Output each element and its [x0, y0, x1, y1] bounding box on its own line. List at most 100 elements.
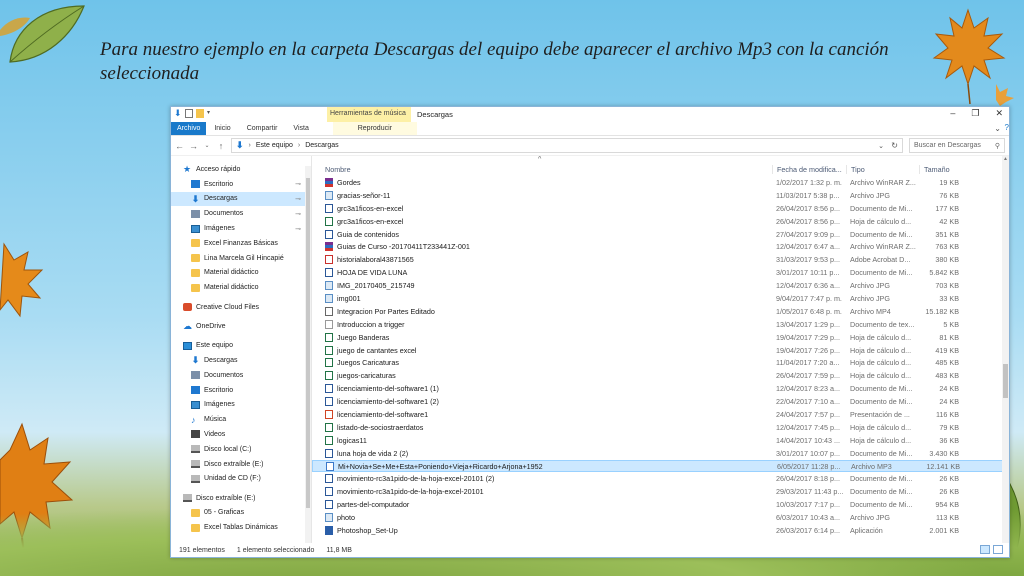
- jpg-file-icon: [325, 513, 333, 523]
- nav-item[interactable]: Imágenes ⊸: [171, 221, 311, 236]
- nav-item[interactable]: Escritorio ⊸: [171, 177, 311, 192]
- new-folder-icon[interactable]: [196, 109, 204, 118]
- nav-item[interactable]: Excel Finanzas Básicas: [171, 236, 311, 251]
- file-row[interactable]: Juegos Caricaturas 11/04/2017 7:20 a... Ho…: [312, 356, 1009, 369]
- back-icon[interactable]: ←: [175, 141, 184, 151]
- file-row[interactable]: photo 6/03/2017 10:43 a... Archivo JPG 113 …: [312, 511, 1009, 524]
- file-row[interactable]: Integracion Por Partes Editado 1/05/2017 …: [312, 305, 1009, 318]
- details-view-icon[interactable]: [980, 545, 990, 554]
- breadcrumb-este-equipo[interactable]: Este equipo: [256, 142, 293, 149]
- file-row[interactable]: licenciamiento-del-software1 (1) 12/04/20…: [312, 382, 1009, 395]
- file-row[interactable]: partes-del-computador 10/03/2017 7:17 p..…: [312, 498, 1009, 511]
- nav-item[interactable]: Imágenes: [171, 397, 311, 412]
- file-name: img001: [337, 293, 361, 303]
- pin-icon[interactable]: ⊸: [295, 210, 301, 218]
- file-row[interactable]: Mi+Novia+Se+Me+Esta+Poniendo+Vieja+Ricar…: [312, 459, 1009, 473]
- nav-item[interactable]: Unidad de CD (F:): [171, 471, 311, 486]
- file-row[interactable]: licenciamiento-del-software1 (2) 22/04/20…: [312, 395, 1009, 408]
- nav-item[interactable]: Material didáctico: [171, 280, 311, 295]
- nav-item[interactable]: Videos: [171, 427, 311, 442]
- file-row[interactable]: historialaboral43871565 31/03/2017 9:53 p…: [312, 253, 1009, 266]
- documents-icon: [191, 209, 200, 218]
- navigation-scrollbar[interactable]: [305, 166, 311, 543]
- address-dropdown-icon[interactable]: ⌄: [878, 142, 884, 150]
- tab-compartir[interactable]: Compartir: [239, 122, 286, 135]
- file-row[interactable]: Guias de Curso -20170411T233441Z-001 12/0…: [312, 240, 1009, 253]
- column-header-name[interactable]: Nombre: [312, 165, 772, 174]
- search-input[interactable]: Buscar en Descargas ⚲: [909, 138, 1005, 153]
- nav-item[interactable]: 05 - Graficas: [171, 506, 311, 521]
- file-row[interactable]: Photoshop_Set-Up 26/03/2017 6:14 p... Apli…: [312, 524, 1009, 537]
- column-header-type[interactable]: Tipo: [846, 165, 919, 174]
- nav-item[interactable]: ♪ Música: [171, 412, 311, 427]
- jpg-file-icon: [325, 281, 333, 291]
- nav-item[interactable]: Excel Tablas Dinámicas: [171, 520, 311, 535]
- maximize-icon[interactable]: ❐: [971, 108, 979, 119]
- file-row[interactable]: Gordes 1/02/2017 1:32 p. m. Archivo WinRAR…: [312, 176, 1009, 189]
- help-icon[interactable]: ?: [1005, 123, 1009, 132]
- scroll-up-icon[interactable]: ▲: [1002, 156, 1009, 162]
- navigation-scrollbar-thumb[interactable]: [306, 178, 310, 508]
- file-type: Documento de Mi...: [850, 229, 913, 239]
- nav-item[interactable]: Documentos: [171, 368, 311, 383]
- file-size: 79 KB: [939, 422, 959, 432]
- file-row[interactable]: Introduccion a trigger 13/04/2017 1:29 p.…: [312, 318, 1009, 331]
- tab-reproducir[interactable]: Reproducir: [332, 122, 417, 135]
- file-row[interactable]: movimiento-rc3a1pido-de-la-hoja-excel-20…: [312, 485, 1009, 498]
- file-row[interactable]: licenciamiento-del-software1 24/04/2017 7…: [312, 408, 1009, 421]
- file-row[interactable]: IMG_20170405_215749 12/04/2017 6:36 a... A…: [312, 279, 1009, 292]
- nav-item[interactable]: ⬇ Descargas: [171, 353, 311, 368]
- file-row[interactable]: juego de cantantes excel 19/04/2017 7:26 …: [312, 344, 1009, 357]
- properties-icon[interactable]: [185, 109, 193, 118]
- ribbon-expand-icon[interactable]: ⌄: [994, 124, 1001, 133]
- pin-icon[interactable]: ⊸: [295, 225, 301, 233]
- file-row[interactable]: listado-de-sociostraerdatos 12/04/2017 7:…: [312, 421, 1009, 434]
- file-date: 6/05/2017 11:28 p...: [777, 461, 841, 471]
- nav-item[interactable]: Creative Cloud Files: [171, 300, 311, 315]
- file-list-scrollbar-thumb[interactable]: [1003, 364, 1008, 398]
- nav-item[interactable]: ★ Acceso rápido: [171, 162, 311, 177]
- file-row[interactable]: Juego Banderas 19/04/2017 7:29 p... Hoja d…: [312, 331, 1009, 344]
- column-header-date[interactable]: Fecha de modifica...: [772, 165, 846, 174]
- nav-item[interactable]: Escritorio: [171, 383, 311, 398]
- pin-icon[interactable]: ⊸: [295, 195, 301, 203]
- large-icons-view-icon[interactable]: [993, 545, 1003, 554]
- file-row[interactable]: grc3a1ficos-en-excel 26/04/2017 8:56 p...…: [312, 215, 1009, 228]
- nav-item[interactable]: Disco extraíble (E:): [171, 457, 311, 472]
- file-row[interactable]: Guia de contenidos 27/04/2017 9:09 p... Do…: [312, 228, 1009, 241]
- file-row[interactable]: juegos-caricaturas 26/04/2017 7:59 p... Ho…: [312, 369, 1009, 382]
- forward-icon[interactable]: →: [189, 141, 198, 151]
- file-list-scrollbar[interactable]: ▲: [1002, 156, 1009, 543]
- file-row[interactable]: img001 9/04/2017 7:47 p. m. Archivo JPG 33 …: [312, 292, 1009, 305]
- customize-toolbar-icon[interactable]: ▾: [207, 109, 213, 118]
- address-path[interactable]: ⬇ › Este equipo › Descargas ⌄ ↻: [231, 138, 903, 153]
- file-date: 9/04/2017 7:47 p. m.: [776, 293, 842, 303]
- close-icon[interactable]: ✕: [995, 108, 1003, 119]
- file-row[interactable]: luna hoja de vida 2 (2) 3/01/2017 10:07 p…: [312, 447, 1009, 460]
- nav-item[interactable]: Documentos ⊸: [171, 206, 311, 221]
- nav-item[interactable]: Material didáctico: [171, 266, 311, 281]
- nav-item[interactable]: Disco local (C:): [171, 442, 311, 457]
- file-name: licenciamiento-del-software1: [337, 409, 429, 419]
- file-row[interactable]: gracias-señor-11 11/03/2017 5:38 p... Arch…: [312, 189, 1009, 202]
- nav-item[interactable]: Disco extraíble (E:): [171, 491, 311, 506]
- pin-icon[interactable]: ⊸: [295, 180, 301, 188]
- down-arrow-icon[interactable]: ⬇: [174, 109, 182, 118]
- nav-item[interactable]: ☁ OneDrive: [171, 319, 311, 334]
- file-row[interactable]: HOJA DE VIDA LUNA 3/01/2017 10:11 p... Doc…: [312, 266, 1009, 279]
- file-row[interactable]: grc3a1ficos-en-excel 26/04/2017 8:56 p...…: [312, 202, 1009, 215]
- tab-vista[interactable]: Vista: [285, 122, 316, 135]
- recent-locations-icon[interactable]: ⌄: [203, 142, 211, 149]
- up-icon[interactable]: ↑: [217, 141, 225, 151]
- tab-archivo[interactable]: Archivo: [171, 122, 207, 135]
- minimize-icon[interactable]: –: [950, 108, 955, 119]
- nav-item[interactable]: Este equipo: [171, 338, 311, 353]
- refresh-icon[interactable]: ↻: [891, 141, 898, 150]
- column-header-size[interactable]: Tamaño: [919, 165, 963, 174]
- file-row[interactable]: movimiento-rc3a1pido-de-la-hoja-excel-20…: [312, 472, 1009, 485]
- tab-inicio[interactable]: Inicio: [206, 122, 238, 135]
- nav-item[interactable]: Lina Marcela Gil Hincapié: [171, 251, 311, 266]
- file-row[interactable]: logicas11 14/04/2017 10:43 ... Hoja de cál…: [312, 434, 1009, 447]
- breadcrumb-descargas[interactable]: Descargas: [305, 142, 338, 149]
- nav-item[interactable]: ⬇ Descargas ⊸: [171, 191, 311, 207]
